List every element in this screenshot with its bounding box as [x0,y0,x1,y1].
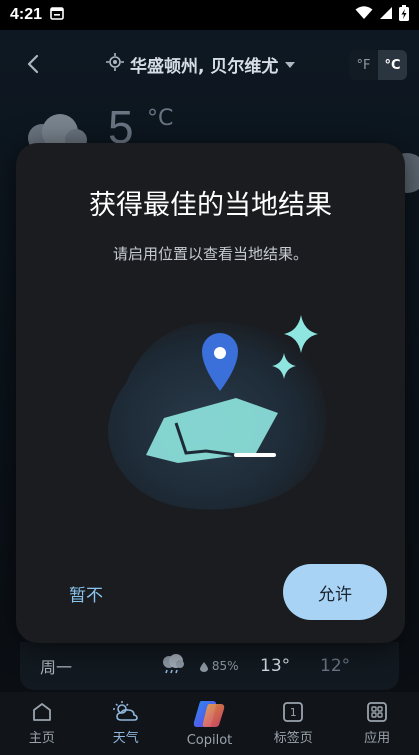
nav-item-copilot[interactable]: Copilot [168,692,252,755]
signal-icon [379,6,393,25]
apps-icon [366,701,388,723]
nav-label: 主页 [28,731,55,746]
battery-charging-icon [399,4,409,26]
unit-fahrenheit-button[interactable]: °F [349,50,378,80]
dialog-title: 获得最佳的当地结果 [89,190,332,221]
nav-label: 标签页 [273,731,313,746]
location-name: 华盛顿州, 贝尔维尤 [130,57,279,77]
forecast-high: 13° [260,656,291,676]
copilot-icon [191,699,227,729]
weather-icon [112,701,139,723]
forecast-day: 周一 [40,658,73,677]
nav-label: 应用 [364,731,391,746]
home-icon [31,701,53,723]
location-map-illustration [86,303,346,523]
dialog-subtitle: 请启用位置以查看当地结果。 [112,245,308,263]
status-bar: 4:21 [0,0,419,30]
forecast-humidity: 85% [200,659,260,673]
tabs-icon: 1 [282,701,304,723]
location-permission-dialog: 获得最佳的当地结果 请启用位置以查看当地结果。 暂不 允许 [16,143,405,643]
unit-celsius-button[interactable]: °C [378,50,407,80]
current-temperature-unit: °C [147,106,174,131]
top-app-bar: 华盛顿州, 贝尔维尤 °F °C [0,36,419,92]
nav-item-weather[interactable]: 天气 [84,692,168,755]
not-now-button[interactable]: 暂不 [56,573,116,613]
wifi-icon [355,5,373,25]
bottom-navigation: 主页 天气 Copilot 1 标签页 应用 [0,692,419,755]
rain-cloud-icon [160,653,200,679]
location-target-icon [106,53,124,76]
nav-label: 天气 [112,731,139,746]
chevron-down-icon [284,55,296,75]
status-time: 4:21 [10,6,43,23]
unit-toggle[interactable]: °F °C [349,50,407,80]
nav-item-home[interactable]: 主页 [0,692,84,755]
forecast-low: 12° [320,656,351,676]
nav-label: Copilot [186,733,233,748]
back-button[interactable] [22,52,46,76]
location-selector[interactable]: 华盛顿州, 贝尔维尤 [106,52,296,77]
nav-item-apps[interactable]: 应用 [335,692,419,755]
calendar-icon [50,6,64,25]
nav-item-tabs[interactable]: 1 标签页 [251,692,335,755]
forecast-row[interactable]: 周一 85% 13° 12° [20,642,399,690]
forecast-humidity-value: 85% [211,659,239,673]
tab-count: 1 [289,705,297,719]
allow-button[interactable]: 允许 [283,564,387,620]
